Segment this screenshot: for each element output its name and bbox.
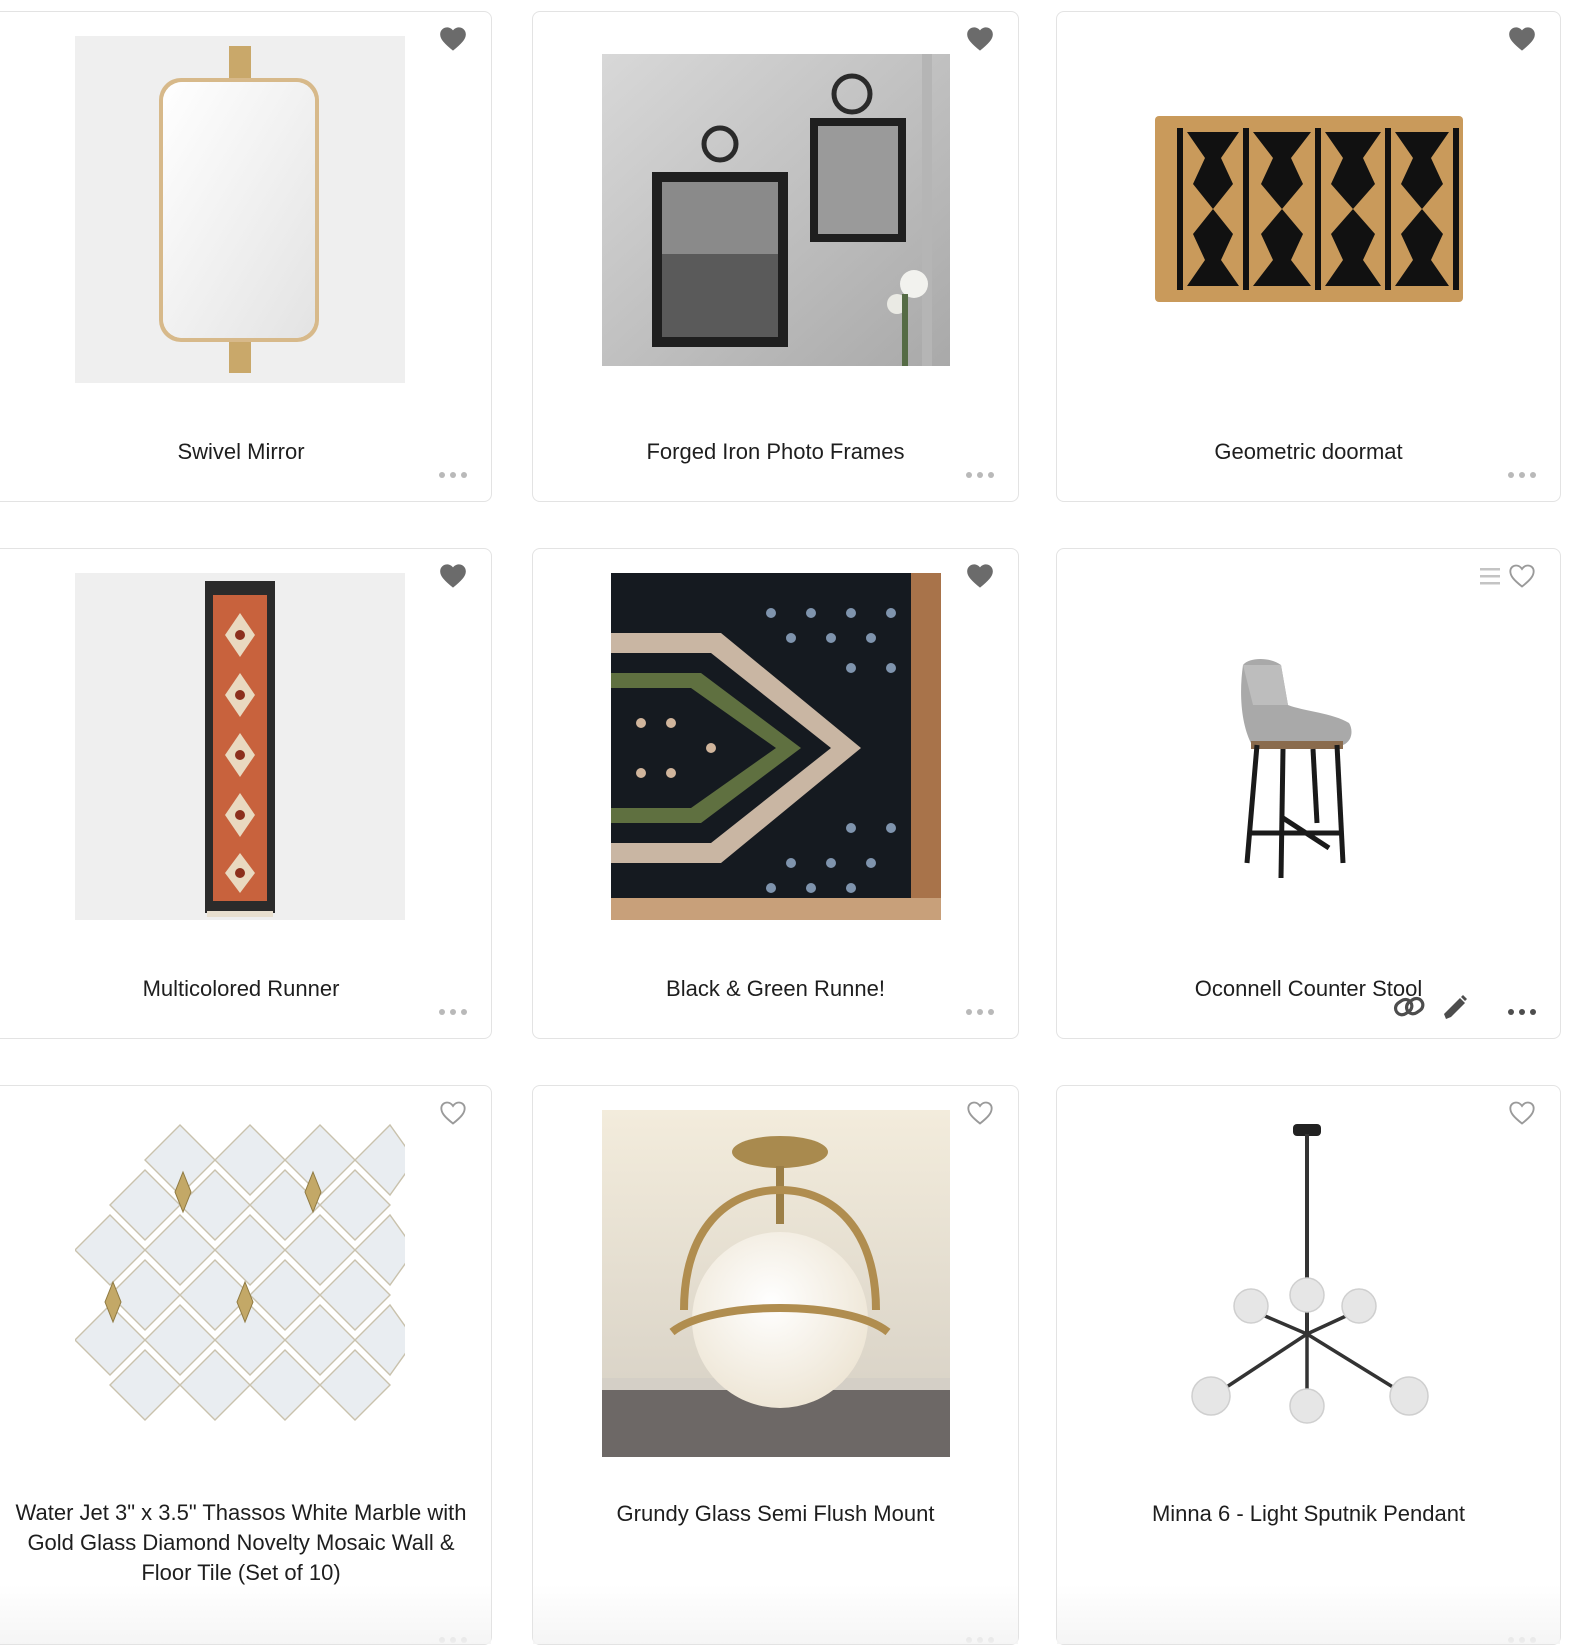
product-image[interactable] (1153, 573, 1465, 920)
product-card[interactable]: Water Jet 3" x 3.5" Thassos White Marble… (0, 1085, 492, 1645)
product-image[interactable] (75, 573, 405, 920)
product-title[interactable]: Grundy Glass Semi Flush Mount (533, 1498, 1018, 1529)
photo-frames-image (602, 54, 950, 366)
product-card[interactable]: Swivel Mirror (0, 11, 492, 502)
product-title[interactable]: Geometric doormat (1057, 436, 1560, 467)
heart-filled-icon[interactable] (439, 563, 467, 589)
heart-filled-icon[interactable] (966, 26, 994, 52)
product-card[interactable]: Oconnell Counter Stool (1056, 548, 1561, 1039)
link-icon[interactable] (1392, 992, 1426, 1022)
heart-outline-icon[interactable] (439, 1100, 467, 1126)
sputnik-pendant-image (1153, 1110, 1465, 1457)
mirror-image (75, 36, 405, 383)
counter-stool-image (1153, 573, 1465, 920)
product-card[interactable]: Grundy Glass Semi Flush Mount (532, 1085, 1019, 1645)
product-image[interactable] (602, 1110, 950, 1457)
semi-flush-mount-image (602, 1110, 950, 1457)
more-dots-icon[interactable] (439, 1008, 467, 1016)
product-title[interactable]: Water Jet 3" x 3.5" Thassos White Marble… (11, 1498, 471, 1588)
heart-outline-icon[interactable] (966, 1100, 994, 1126)
scroll-fade (0, 1584, 491, 1644)
product-image[interactable] (1153, 1110, 1465, 1457)
more-dots-icon[interactable] (1508, 1636, 1536, 1644)
product-title[interactable]: Minna 6 - Light Sputnik Pendant (1057, 1498, 1560, 1529)
product-card[interactable]: Multicolored Runner (0, 548, 492, 1039)
more-dots-icon[interactable] (1508, 471, 1536, 479)
product-title[interactable]: Swivel Mirror (0, 436, 491, 467)
more-dots-icon[interactable] (439, 471, 467, 479)
product-title[interactable]: Oconnell Counter Stool (1057, 973, 1560, 1004)
doormat-image (1155, 116, 1463, 302)
heart-outline-icon[interactable] (1508, 563, 1536, 589)
marble-tile-image (75, 1110, 405, 1457)
list-icon[interactable] (1478, 565, 1502, 587)
kilim-rug-image (611, 573, 941, 920)
heart-outline-icon[interactable] (1508, 1100, 1536, 1126)
product-image[interactable] (1153, 112, 1465, 306)
more-dots-icon[interactable] (1508, 1008, 1536, 1016)
heart-filled-icon[interactable] (966, 563, 994, 589)
pencil-icon[interactable] (1436, 992, 1470, 1022)
more-dots-icon[interactable] (966, 1008, 994, 1016)
product-card[interactable]: Minna 6 - Light Sputnik Pendant (1056, 1085, 1561, 1645)
more-dots-icon[interactable] (966, 1636, 994, 1644)
product-image[interactable] (75, 36, 405, 383)
heart-filled-icon[interactable] (439, 26, 467, 52)
heart-filled-icon[interactable] (1508, 26, 1536, 52)
more-dots-icon[interactable] (439, 1636, 467, 1644)
runner-rug-image (75, 573, 405, 920)
product-image[interactable] (75, 1110, 405, 1457)
product-card[interactable]: Geometric doormat (1056, 11, 1561, 502)
product-title[interactable]: Forged Iron Photo Frames (533, 436, 1018, 467)
product-title[interactable]: Multicolored Runner (0, 973, 491, 1004)
product-title[interactable]: Black & Green Runne! (533, 973, 1018, 1004)
product-card[interactable]: Forged Iron Photo Frames (532, 11, 1019, 502)
product-card[interactable]: Black & Green Runne! (532, 548, 1019, 1039)
scroll-fade (533, 1584, 1018, 1644)
more-dots-icon[interactable] (966, 471, 994, 479)
product-image[interactable] (602, 54, 950, 366)
product-image[interactable] (611, 573, 941, 920)
scroll-fade (1057, 1584, 1560, 1644)
card-tools (1392, 992, 1470, 1022)
